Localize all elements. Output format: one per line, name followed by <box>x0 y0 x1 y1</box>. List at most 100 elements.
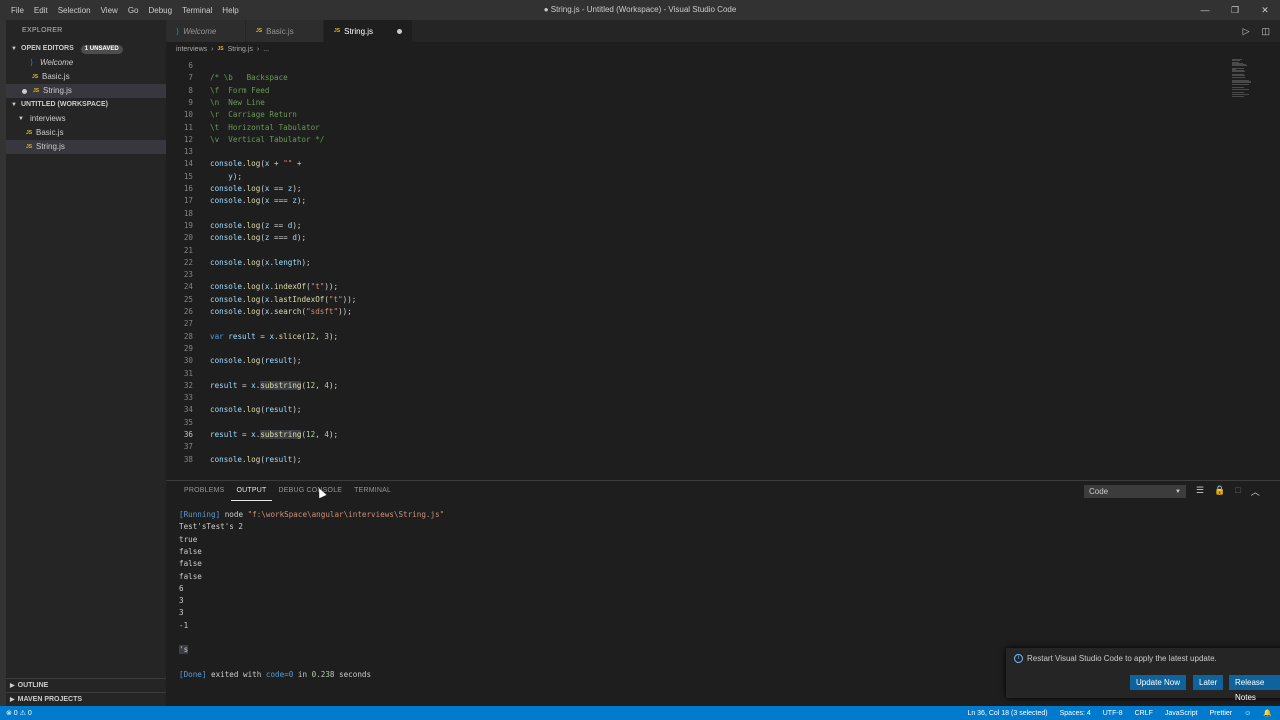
code-line[interactable]: 20 console.log(z === d); <box>166 232 1226 244</box>
split-editor-icon[interactable]: ◫ <box>1261 26 1270 37</box>
maximize-panel-icon[interactable]: □ <box>1235 485 1240 498</box>
run-icon[interactable]: ▷ <box>1243 26 1250 37</box>
status-item[interactable]: Ln 36, Col 18 (3 selected) <box>967 710 1047 717</box>
code-line[interactable]: 8 \f Form Feed <box>166 85 1226 97</box>
code-line[interactable]: 12 \v Vertical Tabulator */ <box>166 134 1226 146</box>
status-item[interactable]: ☺ <box>1244 710 1251 717</box>
status-right: Ln 36, Col 18 (3 selected) Spaces: 4 UTF-8… <box>967 706 1280 720</box>
clear-output-icon[interactable]: ☰ <box>1196 485 1204 498</box>
chevron-up-icon[interactable]: ︿ <box>1251 485 1260 498</box>
chevron-right-icon: ▶ <box>10 696 15 703</box>
code-line[interactable]: 7 /* \b Backspace <box>166 72 1226 84</box>
code-line[interactable]: 14 console.log(x + "" + <box>166 158 1226 170</box>
code-line[interactable]: 34 console.log(result); <box>166 404 1226 416</box>
close-icon[interactable]: ✕ <box>1250 0 1280 20</box>
code-line[interactable]: 32 result = x.substring(12, 4); <box>166 380 1226 392</box>
menu-view[interactable]: View <box>96 6 123 15</box>
code-editor[interactable]: 6 7 /* \b Backspace 8 \f Form Feed 9 \n New Li… <box>166 56 1226 476</box>
open-editor-basic[interactable]: JS Basic.js <box>6 70 166 84</box>
workspace-header[interactable]: ▼ UNTITLED (WORKSPACE) <box>6 98 166 112</box>
line-number: 15 <box>183 171 193 181</box>
code-line[interactable]: 19 console.log(z == d); <box>166 220 1226 232</box>
breadcrumb-symbol[interactable]: ... <box>263 46 269 53</box>
code-line[interactable]: 10 \r Carriage Return <box>166 109 1226 121</box>
output-channel-select[interactable]: Code ▼ <box>1084 485 1186 498</box>
output-line: 6 <box>179 583 184 593</box>
breadcrumb-file[interactable]: String.js <box>228 46 253 53</box>
minimap[interactable] <box>1228 56 1280 476</box>
code-line[interactable]: 38 console.log(result); <box>166 454 1226 466</box>
code-line[interactable]: 18 <box>166 208 1226 220</box>
code-line[interactable]: 35 <box>166 417 1226 429</box>
maven-header[interactable]: ▶ MAVEN PROJECTS <box>6 692 166 706</box>
code-line[interactable]: 6 <box>166 60 1226 72</box>
minimap-line <box>1232 86 1244 88</box>
code-line[interactable]: 26 console.log(x.search("sdsft")); <box>166 306 1226 318</box>
restore-icon[interactable]: ❐ <box>1220 0 1250 20</box>
menu-go[interactable]: Go <box>123 6 144 15</box>
status-item[interactable]: UTF-8 <box>1103 710 1123 717</box>
code-line[interactable]: 15 y); <box>166 171 1226 183</box>
line-number: 32 <box>183 380 193 390</box>
later-button[interactable]: Later <box>1193 675 1224 690</box>
code-line[interactable]: 16 console.log(x == z); <box>166 183 1226 195</box>
line-number: 10 <box>183 110 193 120</box>
code-line[interactable]: 17 console.log(x === z); <box>166 195 1226 207</box>
code-line[interactable]: 33 <box>166 392 1226 404</box>
menu-edit[interactable]: Edit <box>29 6 53 15</box>
code-line[interactable]: 37 <box>166 441 1226 453</box>
update-now-button[interactable]: Update Now <box>1130 675 1187 690</box>
status-item[interactable]: CRLF <box>1135 710 1153 717</box>
open-editors-header[interactable]: ▼ OPEN EDITORS 1 UNSAVED <box>6 42 166 56</box>
code-line[interactable]: 13 <box>166 146 1226 158</box>
menu-selection[interactable]: Selection <box>53 6 96 15</box>
code-line[interactable]: 31 <box>166 368 1226 380</box>
tab-debug-console[interactable]: DEBUG CONSOLE <box>272 481 348 501</box>
lock-icon[interactable]: 🔒 <box>1214 485 1225 498</box>
tab-basic[interactable]: JS Basic.js <box>246 20 324 42</box>
open-editor-welcome[interactable]: ⟩ Welcome <box>6 56 166 70</box>
outline-header[interactable]: ▶ OUTLINE <box>6 678 166 692</box>
code-line[interactable]: 30 console.log(result); <box>166 355 1226 367</box>
minimap-line <box>1232 71 1245 73</box>
status-item[interactable]: JavaScript <box>1165 710 1198 717</box>
code-line[interactable]: 11 \t Horizontal Tabulator <box>166 122 1226 134</box>
file-basic[interactable]: JS Basic.js <box>6 126 166 140</box>
code-line[interactable]: 9 \n New Line <box>166 97 1226 109</box>
status-item[interactable]: Prettier <box>1210 710 1233 717</box>
menu-terminal[interactable]: Terminal <box>177 6 217 15</box>
status-item[interactable]: 🔔 <box>1263 709 1272 717</box>
tab-welcome[interactable]: ⟩ Welcome <box>166 20 246 42</box>
breadcrumb-folder[interactable]: interviews <box>176 46 207 53</box>
menu-debug[interactable]: Debug <box>143 6 177 15</box>
release-notes-button[interactable]: Release Notes <box>1229 675 1280 702</box>
code-line[interactable]: 25 console.log(x.lastIndexOf("t")); <box>166 294 1226 306</box>
tab-output[interactable]: OUTPUT <box>230 481 273 501</box>
menu-file[interactable]: File <box>6 6 29 15</box>
output-line: false <box>179 546 202 556</box>
code-line[interactable]: 36 result = x.substring(12, 4); <box>166 429 1226 441</box>
file-string[interactable]: JS String.js <box>6 140 166 154</box>
line-number: 36 <box>183 430 193 439</box>
tab-string[interactable]: JS String.js <box>324 20 414 42</box>
code-line[interactable]: 28 var result = x.slice(12, 3); <box>166 331 1226 343</box>
open-editor-string[interactable]: JS String.js <box>6 84 166 98</box>
folder-label: interviews <box>30 114 66 123</box>
unsaved-dot-icon[interactable] <box>397 28 403 34</box>
code-line[interactable]: 22 console.log(x.length); <box>166 257 1226 269</box>
menu-help[interactable]: Help <box>217 6 243 15</box>
code-text: console.log(result); <box>210 356 302 366</box>
folder-interviews[interactable]: ▼ interviews <box>6 112 166 126</box>
code-line[interactable]: 27 <box>166 318 1226 330</box>
tab-terminal[interactable]: TERMINAL <box>348 481 397 501</box>
code-line[interactable]: 21 <box>166 245 1226 257</box>
update-notification: i Restart Visual Studio Code to apply th… <box>1006 648 1280 702</box>
code-line[interactable]: 23 <box>166 269 1226 281</box>
status-item[interactable]: Spaces: 4 <box>1060 710 1091 717</box>
code-line[interactable]: 29 <box>166 343 1226 355</box>
minimize-icon[interactable]: — <box>1190 0 1220 20</box>
code-line[interactable]: 24 console.log(x.indexOf("t")); <box>166 281 1226 293</box>
problems-count[interactable]: ⊗ 0 ⚠ 0 <box>6 709 32 717</box>
line-number: 14 <box>183 159 193 169</box>
tab-problems[interactable]: PROBLEMS <box>178 481 231 501</box>
